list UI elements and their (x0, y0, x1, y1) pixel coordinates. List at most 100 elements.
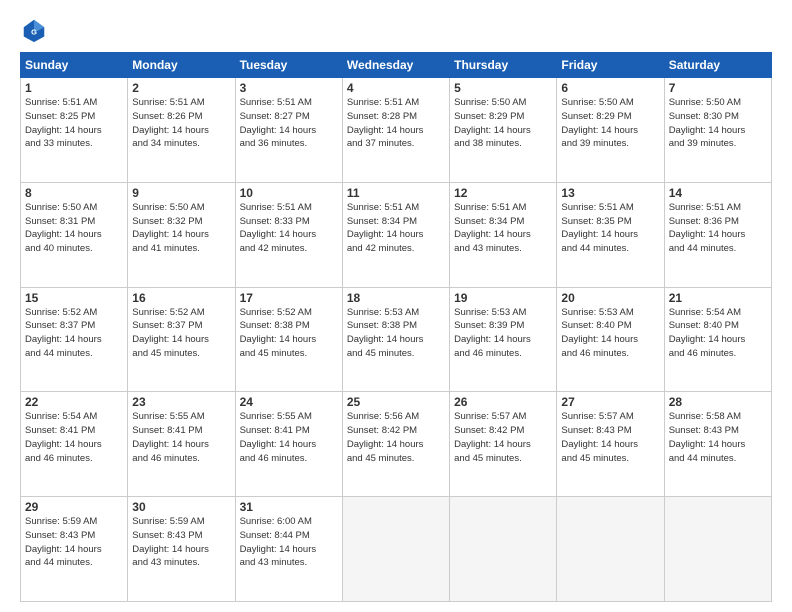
calendar-cell (342, 497, 449, 602)
week-row-5: 29Sunrise: 5:59 AM Sunset: 8:43 PM Dayli… (21, 497, 772, 602)
day-info: Sunrise: 5:59 AM Sunset: 8:43 PM Dayligh… (25, 515, 123, 570)
calendar-cell (664, 497, 771, 602)
day-info: Sunrise: 5:55 AM Sunset: 8:41 PM Dayligh… (132, 410, 230, 465)
day-info: Sunrise: 5:50 AM Sunset: 8:31 PM Dayligh… (25, 201, 123, 256)
day-number: 30 (132, 500, 230, 514)
day-info: Sunrise: 5:55 AM Sunset: 8:41 PM Dayligh… (240, 410, 338, 465)
header-day-tuesday: Tuesday (235, 53, 342, 78)
day-number: 26 (454, 395, 552, 409)
day-number: 29 (25, 500, 123, 514)
calendar-cell: 4Sunrise: 5:51 AM Sunset: 8:28 PM Daylig… (342, 78, 449, 183)
calendar-cell: 14Sunrise: 5:51 AM Sunset: 8:36 PM Dayli… (664, 182, 771, 287)
week-row-3: 15Sunrise: 5:52 AM Sunset: 8:37 PM Dayli… (21, 287, 772, 392)
header-day-sunday: Sunday (21, 53, 128, 78)
day-info: Sunrise: 5:51 AM Sunset: 8:27 PM Dayligh… (240, 96, 338, 151)
day-info: Sunrise: 5:50 AM Sunset: 8:29 PM Dayligh… (454, 96, 552, 151)
calendar-cell: 24Sunrise: 5:55 AM Sunset: 8:41 PM Dayli… (235, 392, 342, 497)
day-info: Sunrise: 5:53 AM Sunset: 8:38 PM Dayligh… (347, 306, 445, 361)
header-day-wednesday: Wednesday (342, 53, 449, 78)
page: G SundayMondayTuesdayWednesdayThursdayFr… (0, 0, 792, 612)
day-number: 25 (347, 395, 445, 409)
calendar-cell: 18Sunrise: 5:53 AM Sunset: 8:38 PM Dayli… (342, 287, 449, 392)
calendar-cell: 16Sunrise: 5:52 AM Sunset: 8:37 PM Dayli… (128, 287, 235, 392)
calendar-cell (557, 497, 664, 602)
calendar-cell: 12Sunrise: 5:51 AM Sunset: 8:34 PM Dayli… (450, 182, 557, 287)
week-row-2: 8Sunrise: 5:50 AM Sunset: 8:31 PM Daylig… (21, 182, 772, 287)
day-info: Sunrise: 5:52 AM Sunset: 8:37 PM Dayligh… (25, 306, 123, 361)
day-info: Sunrise: 6:00 AM Sunset: 8:44 PM Dayligh… (240, 515, 338, 570)
calendar-cell: 23Sunrise: 5:55 AM Sunset: 8:41 PM Dayli… (128, 392, 235, 497)
day-info: Sunrise: 5:50 AM Sunset: 8:29 PM Dayligh… (561, 96, 659, 151)
day-number: 18 (347, 291, 445, 305)
calendar-header: SundayMondayTuesdayWednesdayThursdayFrid… (21, 53, 772, 78)
calendar-cell: 3Sunrise: 5:51 AM Sunset: 8:27 PM Daylig… (235, 78, 342, 183)
day-number: 17 (240, 291, 338, 305)
header: G (20, 16, 772, 44)
calendar-cell: 8Sunrise: 5:50 AM Sunset: 8:31 PM Daylig… (21, 182, 128, 287)
calendar-table: SundayMondayTuesdayWednesdayThursdayFrid… (20, 52, 772, 602)
calendar-cell: 19Sunrise: 5:53 AM Sunset: 8:39 PM Dayli… (450, 287, 557, 392)
day-number: 5 (454, 81, 552, 95)
day-number: 1 (25, 81, 123, 95)
day-info: Sunrise: 5:50 AM Sunset: 8:32 PM Dayligh… (132, 201, 230, 256)
day-number: 31 (240, 500, 338, 514)
calendar-cell: 25Sunrise: 5:56 AM Sunset: 8:42 PM Dayli… (342, 392, 449, 497)
day-info: Sunrise: 5:57 AM Sunset: 8:43 PM Dayligh… (561, 410, 659, 465)
header-day-thursday: Thursday (450, 53, 557, 78)
day-info: Sunrise: 5:52 AM Sunset: 8:38 PM Dayligh… (240, 306, 338, 361)
day-number: 24 (240, 395, 338, 409)
day-info: Sunrise: 5:51 AM Sunset: 8:34 PM Dayligh… (347, 201, 445, 256)
day-info: Sunrise: 5:54 AM Sunset: 8:40 PM Dayligh… (669, 306, 767, 361)
day-number: 13 (561, 186, 659, 200)
day-number: 23 (132, 395, 230, 409)
day-info: Sunrise: 5:51 AM Sunset: 8:33 PM Dayligh… (240, 201, 338, 256)
calendar-cell: 1Sunrise: 5:51 AM Sunset: 8:25 PM Daylig… (21, 78, 128, 183)
header-day-saturday: Saturday (664, 53, 771, 78)
header-day-friday: Friday (557, 53, 664, 78)
day-number: 19 (454, 291, 552, 305)
calendar-cell: 31Sunrise: 6:00 AM Sunset: 8:44 PM Dayli… (235, 497, 342, 602)
day-number: 15 (25, 291, 123, 305)
calendar-cell: 6Sunrise: 5:50 AM Sunset: 8:29 PM Daylig… (557, 78, 664, 183)
day-number: 22 (25, 395, 123, 409)
day-number: 27 (561, 395, 659, 409)
day-info: Sunrise: 5:51 AM Sunset: 8:25 PM Dayligh… (25, 96, 123, 151)
calendar-cell: 9Sunrise: 5:50 AM Sunset: 8:32 PM Daylig… (128, 182, 235, 287)
day-number: 12 (454, 186, 552, 200)
day-info: Sunrise: 5:51 AM Sunset: 8:28 PM Dayligh… (347, 96, 445, 151)
day-info: Sunrise: 5:51 AM Sunset: 8:34 PM Dayligh… (454, 201, 552, 256)
week-row-4: 22Sunrise: 5:54 AM Sunset: 8:41 PM Dayli… (21, 392, 772, 497)
day-number: 9 (132, 186, 230, 200)
day-number: 3 (240, 81, 338, 95)
day-number: 28 (669, 395, 767, 409)
day-number: 21 (669, 291, 767, 305)
day-info: Sunrise: 5:51 AM Sunset: 8:35 PM Dayligh… (561, 201, 659, 256)
day-number: 2 (132, 81, 230, 95)
day-number: 20 (561, 291, 659, 305)
day-number: 14 (669, 186, 767, 200)
logo-icon: G (20, 16, 48, 44)
calendar-cell: 20Sunrise: 5:53 AM Sunset: 8:40 PM Dayli… (557, 287, 664, 392)
day-info: Sunrise: 5:52 AM Sunset: 8:37 PM Dayligh… (132, 306, 230, 361)
svg-text:G: G (31, 28, 37, 37)
day-number: 11 (347, 186, 445, 200)
calendar-cell: 21Sunrise: 5:54 AM Sunset: 8:40 PM Dayli… (664, 287, 771, 392)
day-info: Sunrise: 5:53 AM Sunset: 8:39 PM Dayligh… (454, 306, 552, 361)
day-info: Sunrise: 5:53 AM Sunset: 8:40 PM Dayligh… (561, 306, 659, 361)
calendar-cell: 26Sunrise: 5:57 AM Sunset: 8:42 PM Dayli… (450, 392, 557, 497)
day-info: Sunrise: 5:51 AM Sunset: 8:36 PM Dayligh… (669, 201, 767, 256)
header-row: SundayMondayTuesdayWednesdayThursdayFrid… (21, 53, 772, 78)
day-number: 16 (132, 291, 230, 305)
day-info: Sunrise: 5:54 AM Sunset: 8:41 PM Dayligh… (25, 410, 123, 465)
calendar-cell: 5Sunrise: 5:50 AM Sunset: 8:29 PM Daylig… (450, 78, 557, 183)
day-info: Sunrise: 5:58 AM Sunset: 8:43 PM Dayligh… (669, 410, 767, 465)
calendar-cell (450, 497, 557, 602)
day-number: 7 (669, 81, 767, 95)
day-number: 6 (561, 81, 659, 95)
calendar-cell: 22Sunrise: 5:54 AM Sunset: 8:41 PM Dayli… (21, 392, 128, 497)
day-info: Sunrise: 5:59 AM Sunset: 8:43 PM Dayligh… (132, 515, 230, 570)
day-number: 10 (240, 186, 338, 200)
calendar-cell: 30Sunrise: 5:59 AM Sunset: 8:43 PM Dayli… (128, 497, 235, 602)
calendar-cell: 29Sunrise: 5:59 AM Sunset: 8:43 PM Dayli… (21, 497, 128, 602)
header-day-monday: Monday (128, 53, 235, 78)
